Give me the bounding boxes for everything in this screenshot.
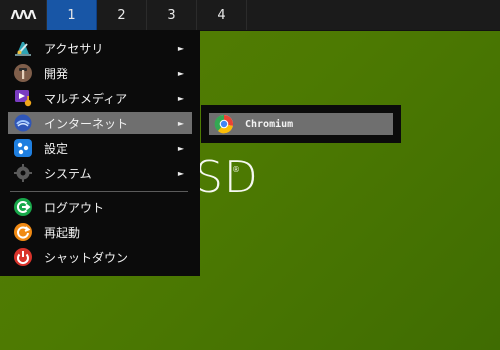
power-icon	[14, 248, 32, 266]
submenu-arrow-icon: ►	[177, 118, 184, 128]
submenu-item-chromium[interactable]: Chromium	[209, 113, 393, 135]
submenu-arrow-icon: ►	[177, 168, 184, 178]
menu-item-label: シャットダウン	[44, 250, 129, 265]
workspace-label: 2	[117, 7, 126, 23]
menu-item-internet[interactable]: インターネット ►	[8, 112, 192, 134]
application-menu: アクセサリ ► 開発 ► マルチメディア ► インターネット ► 設定 ► シス…	[0, 30, 200, 276]
wallpaper-registered-mark: ®	[232, 165, 240, 174]
workspace-button-4[interactable]: 4	[197, 0, 247, 30]
development-hammer-icon	[14, 64, 32, 82]
menu-item-label: マルチメディア	[44, 91, 128, 106]
submenu-arrow-icon: ►	[177, 43, 184, 53]
menu-item-restart[interactable]: 再起動	[8, 221, 192, 243]
menu-item-accessories[interactable]: アクセサリ ►	[8, 37, 192, 59]
menu-item-shutdown[interactable]: シャットダウン	[8, 246, 192, 268]
submenu-arrow-icon: ►	[177, 68, 184, 78]
logout-icon	[14, 198, 32, 216]
menu-item-development[interactable]: 開発 ►	[8, 62, 192, 84]
logo-label: ΛΛΛ	[10, 8, 37, 22]
submenu-arrow-icon: ►	[177, 143, 184, 153]
menu-item-settings[interactable]: 設定 ►	[8, 137, 192, 159]
submenu-item-label: Chromium	[245, 118, 294, 130]
top-panel: ΛΛΛ 1 2 3 4	[0, 0, 500, 31]
internet-submenu: Chromium	[201, 105, 401, 143]
restart-icon	[14, 223, 32, 241]
workspace-label: 1	[67, 7, 76, 23]
workspace-label: 4	[217, 7, 226, 23]
menu-item-label: 開発	[44, 66, 69, 81]
menu-item-multimedia[interactable]: マルチメディア ►	[8, 87, 192, 109]
menu-item-label: インターネット	[44, 116, 129, 131]
menu-item-label: システム	[44, 166, 92, 181]
menu-item-label: ログアウト	[44, 200, 105, 215]
menu-item-label: 再起動	[44, 225, 81, 240]
workspace-label: 3	[167, 7, 176, 23]
accessories-icon	[15, 42, 31, 56]
menu-item-label: 設定	[44, 141, 69, 156]
menu-separator	[10, 191, 188, 192]
menu-item-logout[interactable]: ログアウト	[8, 196, 192, 218]
workspace-button-1[interactable]: 1	[47, 0, 97, 30]
system-gear-icon	[14, 164, 32, 182]
menu-item-system[interactable]: システム ►	[8, 162, 192, 184]
main-menu-button[interactable]: ΛΛΛ	[0, 0, 47, 30]
workspace-button-3[interactable]: 3	[147, 0, 197, 30]
multimedia-icon	[15, 90, 32, 107]
wallpaper-brand-text: SD	[195, 152, 259, 203]
chromium-icon	[214, 114, 234, 134]
menu-item-label: アクセサリ	[44, 41, 104, 56]
settings-icon	[14, 139, 32, 157]
submenu-arrow-icon: ►	[177, 93, 184, 103]
internet-globe-icon	[14, 114, 32, 132]
workspace-button-2[interactable]: 2	[97, 0, 147, 30]
